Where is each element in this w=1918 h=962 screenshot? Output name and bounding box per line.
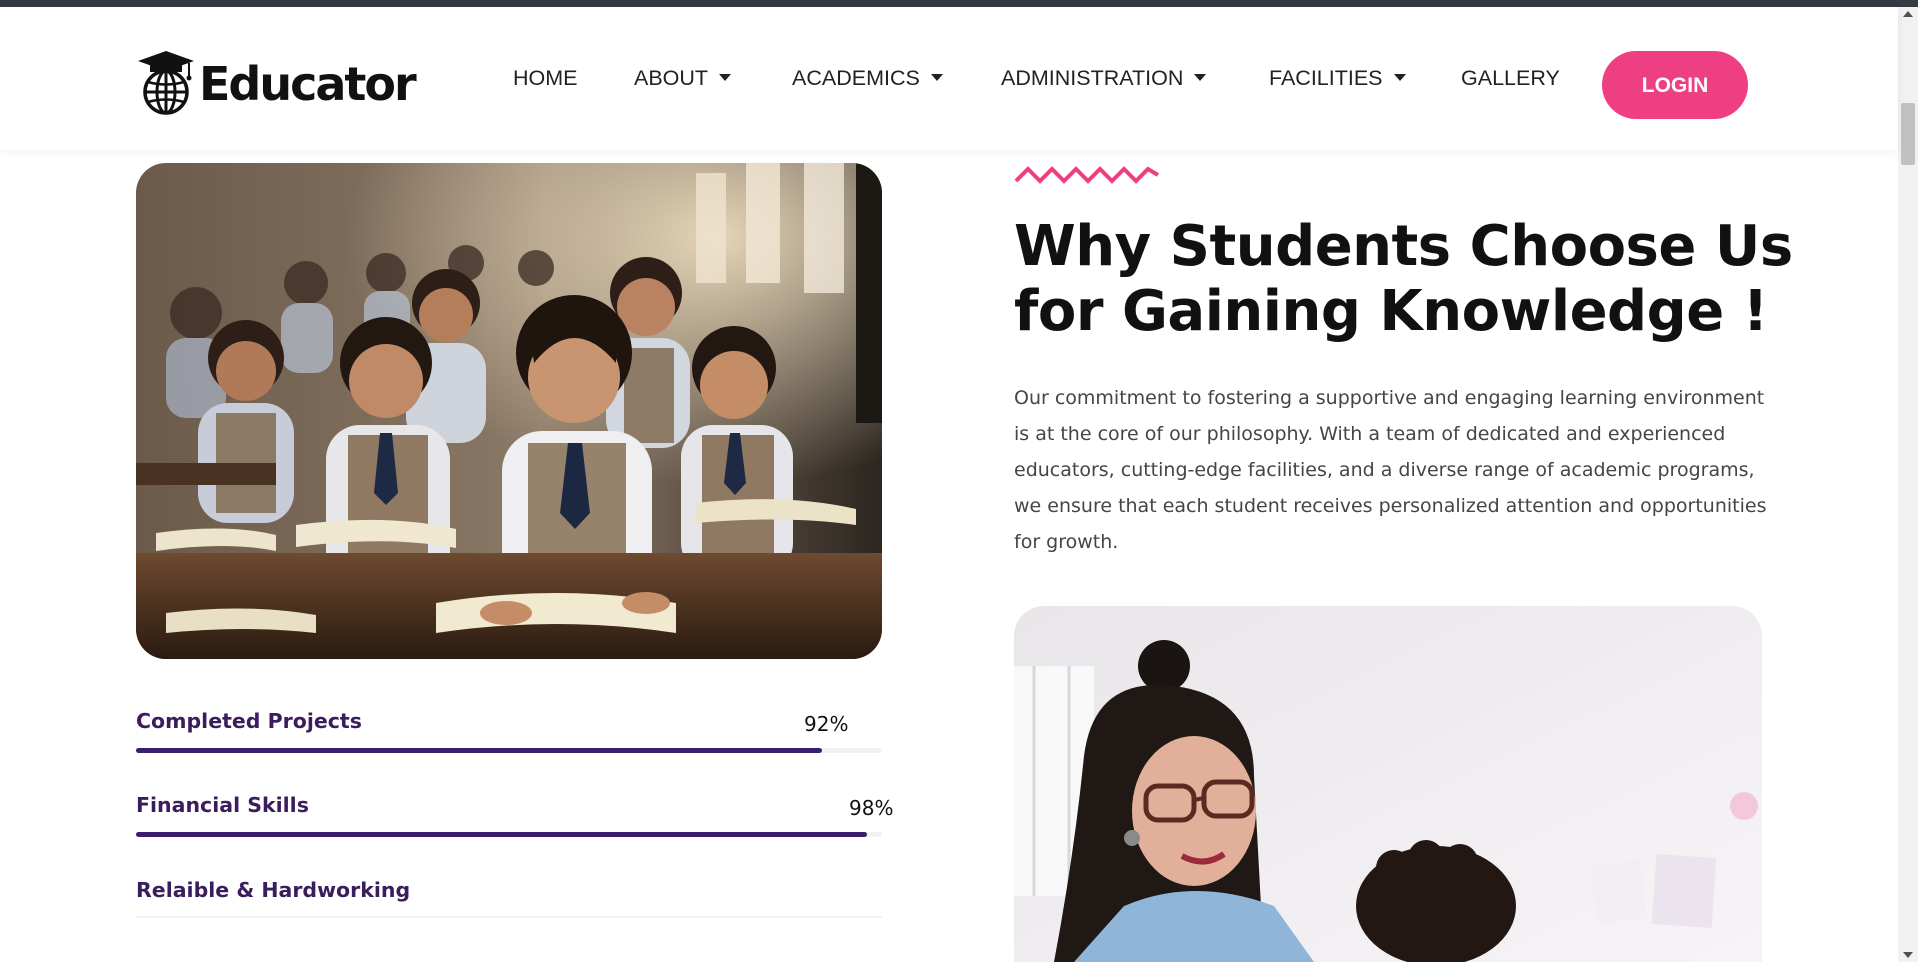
nav-gallery[interactable]: GALLERY bbox=[1461, 58, 1560, 98]
site-header: Educator HOME ABOUT ACADEMICS ADMINISTRA… bbox=[0, 7, 1898, 150]
classroom-photo-illustration bbox=[136, 163, 882, 659]
heading-line-2: for Gaining Knowledge ! bbox=[1014, 279, 1768, 344]
nav-about[interactable]: ABOUT bbox=[634, 58, 732, 98]
skill-progress-track bbox=[136, 832, 882, 837]
nav-academics[interactable]: ACADEMICS bbox=[792, 58, 943, 98]
caret-down-icon bbox=[1393, 73, 1406, 81]
zigzag-decoration-icon bbox=[1014, 166, 1160, 184]
scroll-up-arrow-icon[interactable] bbox=[1903, 11, 1913, 17]
caret-down-icon bbox=[1194, 73, 1207, 81]
section-heading: Why Students Choose Us for Gaining Knowl… bbox=[1014, 214, 1794, 344]
nav-gallery-label: GALLERY bbox=[1461, 66, 1560, 90]
caret-down-icon bbox=[930, 73, 943, 81]
nav-administration[interactable]: ADMINISTRATION bbox=[1001, 58, 1207, 98]
heading-line-1: Why Students Choose Us bbox=[1014, 214, 1793, 279]
login-button[interactable]: LOGIN bbox=[1602, 51, 1748, 119]
scrollbar-thumb[interactable] bbox=[1901, 103, 1915, 165]
skill-financial-skills: Financial Skills 98% bbox=[136, 793, 893, 843]
skill-progress-track bbox=[136, 916, 882, 918]
nav-facilities[interactable]: FACILITIES bbox=[1269, 58, 1406, 98]
nav-academics-label: ACADEMICS bbox=[792, 66, 920, 90]
skill-progress-fill bbox=[136, 748, 823, 753]
browser-top-bar bbox=[0, 0, 1918, 7]
nav-home-label: HOME bbox=[513, 66, 578, 90]
skill-label: Completed Projects bbox=[136, 709, 362, 733]
skill-percent: 92% bbox=[804, 712, 849, 736]
nav-administration-label: ADMINISTRATION bbox=[1001, 66, 1184, 90]
students-classroom-image bbox=[136, 163, 882, 659]
nav-facilities-label: FACILITIES bbox=[1269, 66, 1383, 90]
scroll-down-arrow-icon[interactable] bbox=[1903, 952, 1913, 958]
nav-about-label: ABOUT bbox=[634, 66, 709, 90]
teacher-photo-illustration bbox=[1014, 606, 1762, 962]
skill-progress-fill bbox=[136, 832, 868, 837]
skill-percent: 98% bbox=[849, 796, 894, 820]
page-scrollbar[interactable] bbox=[1898, 7, 1918, 962]
graduation-globe-icon bbox=[138, 51, 194, 115]
caret-down-icon bbox=[719, 73, 732, 81]
brand-logo[interactable]: Educator bbox=[136, 44, 417, 120]
skill-completed-projects: Completed Projects 92% bbox=[136, 709, 882, 759]
teacher-image bbox=[1014, 606, 1762, 962]
section-description: Our commitment to fostering a supportive… bbox=[1014, 387, 1767, 553]
nav-home[interactable]: HOME bbox=[513, 58, 578, 98]
skill-reliable-hardworking: Relaible & Hardworking bbox=[136, 878, 882, 928]
skill-label: Financial Skills bbox=[136, 793, 309, 817]
skill-progress-track bbox=[136, 748, 882, 753]
skill-label: Relaible & Hardworking bbox=[136, 878, 411, 902]
brand-name: Educator bbox=[199, 57, 417, 111]
